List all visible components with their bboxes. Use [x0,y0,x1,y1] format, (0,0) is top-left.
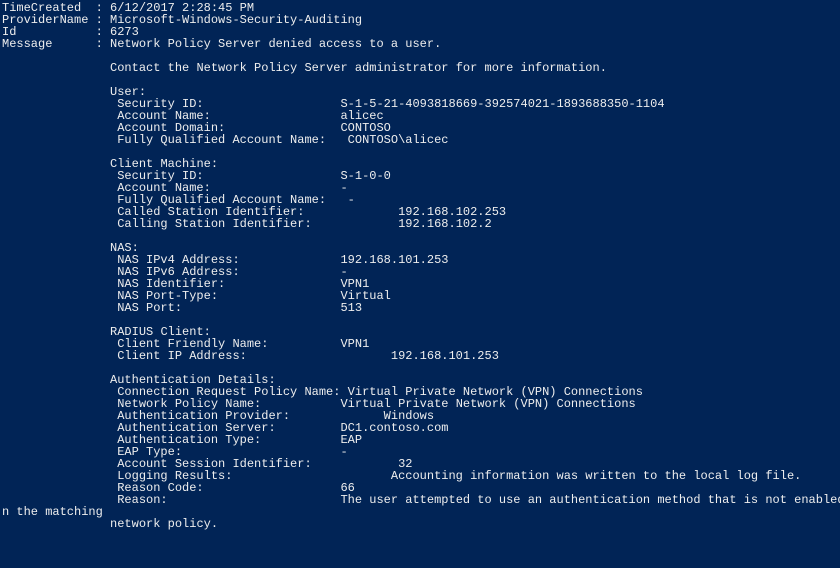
reason-value: The user attempted to use an authenticat… [340,493,840,507]
user-fqan-value: CONTOSO\alicec [348,133,449,147]
radius-ip-label: Client IP Address: [117,349,247,363]
provider-name-value: Microsoft-Windows-Security-Auditing [110,13,362,27]
client-sid-value: S-1-0-0 [340,169,390,183]
user-sid-value: S-1-5-21-4093818669-392574021-1893688350… [340,97,664,111]
calling-station-label: Calling Station Identifier: [117,217,311,231]
nas-port-label: NAS Port: [117,301,182,315]
nas-ipv4-value: 192.168.101.253 [340,253,448,267]
radius-ip-value: 192.168.101.253 [391,349,499,363]
reason-label: Reason: [117,493,167,507]
reason-cont2: network policy. [110,517,218,531]
message-value: Network Policy Server denied access to a… [110,37,441,51]
message-label: Message [2,37,52,51]
nas-port-value: 513 [340,301,362,315]
powershell-output: TimeCreated : 6/12/2017 2:28:45 PM Provi… [0,0,840,556]
contact-line: Contact the Network Policy Server admini… [110,61,607,75]
calling-station-value: 192.168.102.2 [398,217,492,231]
logging-value: Accounting information was written to th… [391,469,801,483]
user-fqan-label: Fully Qualified Account Name: [117,133,326,147]
